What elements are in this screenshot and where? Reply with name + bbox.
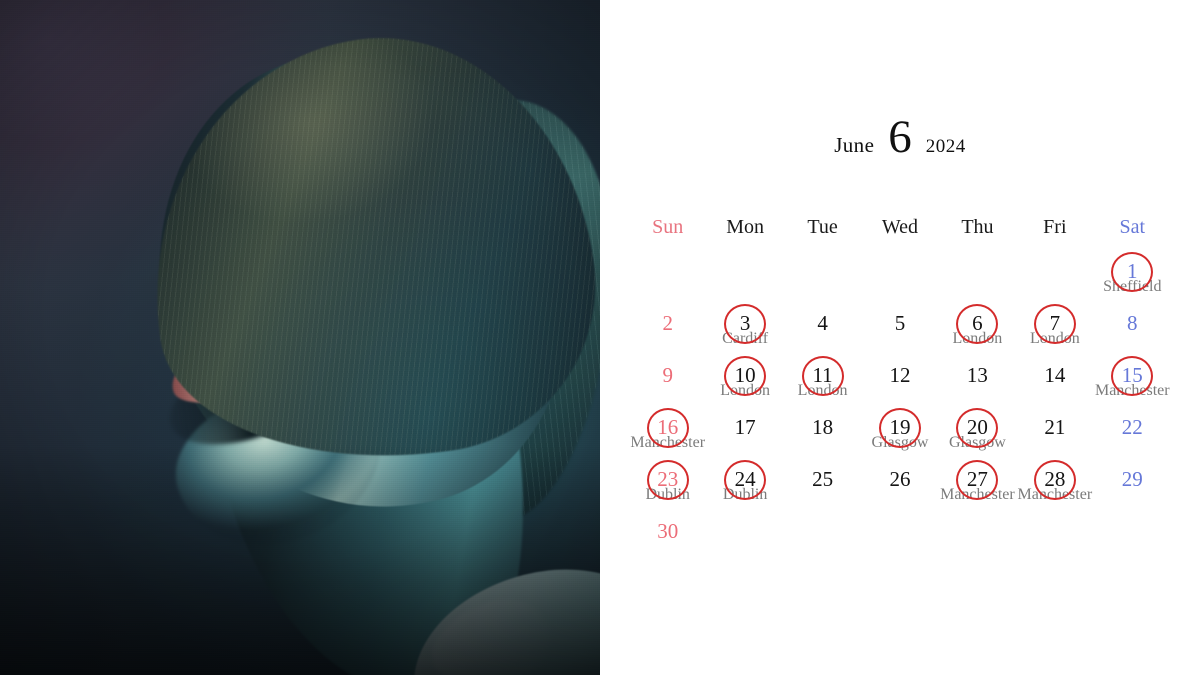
day-number: 23 <box>657 467 679 491</box>
day-number: 18 <box>812 415 834 439</box>
weekday-header-wed: Wed <box>881 216 919 238</box>
calendar-day-11[interactable]: London 11 <box>784 356 861 412</box>
day-number: 1 <box>1127 259 1138 283</box>
calendar-day-18[interactable]: 18 <box>784 412 861 464</box>
day-number: 10 <box>734 363 756 387</box>
calendar-week-row: 30 <box>629 516 1171 568</box>
day-number: 19 <box>889 415 911 439</box>
calendar-day-12[interactable]: 12 <box>861 360 938 412</box>
weekday-header-tue: Tue <box>807 216 838 238</box>
calendar-day-15[interactable]: Manchester 15 <box>1094 356 1171 412</box>
weekday-header-sat: Sat <box>1119 216 1146 238</box>
day-number: 14 <box>1044 363 1066 387</box>
day-number: 4 <box>817 311 828 335</box>
calendar-header: June 6 2024 <box>600 111 1200 163</box>
day-number: 6 <box>972 311 983 335</box>
calendar-day-2[interactable]: 2 <box>629 308 706 360</box>
calendar-day-29[interactable]: 29 <box>1094 464 1171 516</box>
calendar-day-28[interactable]: Manchester 28 <box>1016 460 1093 516</box>
calendar-grid: Sun Mon Tue Wed Thu Fri Sat Sheffield 1 2 Cardiff… <box>629 212 1171 568</box>
calendar-day-4[interactable]: 4 <box>784 308 861 360</box>
day-number: 24 <box>734 467 756 491</box>
calendar-day-16[interactable]: Manchester 16 <box>629 408 706 464</box>
calendar-day-3[interactable]: Cardiff 3 <box>706 304 783 360</box>
calendar-week-row: 2 Cardiff 3 4 5 London 6 London 7 8 <box>629 304 1171 360</box>
calendar-day-9[interactable]: 9 <box>629 360 706 412</box>
day-number: 26 <box>889 467 911 491</box>
calendar-day-25[interactable]: 25 <box>784 464 861 516</box>
calendar-day-5[interactable]: 5 <box>861 308 938 360</box>
month-name: June <box>834 133 875 157</box>
calendar-day-empty <box>784 256 861 308</box>
day-number: 7 <box>1049 311 1061 335</box>
day-number: 3 <box>739 311 751 335</box>
calendar-day-17[interactable]: 17 <box>706 412 783 464</box>
calendar-day-27[interactable]: Manchester 27 <box>939 460 1016 516</box>
year-label: 2024 <box>925 136 966 157</box>
day-number: 16 <box>657 415 679 439</box>
day-number: 12 <box>889 363 911 387</box>
calendar-day-20[interactable]: Glasgow 20 <box>939 408 1016 464</box>
calendar-week-row: Dublin 23 Dublin 24 25 26 Manchester 27 Manchest… <box>629 460 1171 516</box>
calendar-day-6[interactable]: London 6 <box>939 304 1016 360</box>
calendar-day-8[interactable]: 8 <box>1094 308 1171 360</box>
calendar-day-14[interactable]: 14 <box>1016 360 1093 412</box>
day-number: 20 <box>966 415 988 439</box>
day-number: 13 <box>966 363 988 387</box>
weekday-header-row: Sun Mon Tue Wed Thu Fri Sat <box>629 212 1171 242</box>
calendar-day-22[interactable]: 22 <box>1094 412 1171 464</box>
calendar-day-empty <box>939 256 1016 308</box>
calendar-day-21[interactable]: 21 <box>1016 412 1093 464</box>
calendar-day-1[interactable]: Sheffield 1 <box>1094 252 1171 308</box>
calendar-day-13[interactable]: 13 <box>939 360 1016 412</box>
calendar-day-24[interactable]: Dublin 24 <box>706 460 783 516</box>
month-number: 6 <box>888 111 912 163</box>
calendar-day-26[interactable]: 26 <box>861 464 938 516</box>
weekday-header-fri: Fri <box>1043 216 1067 238</box>
calendar-day-empty <box>784 516 861 568</box>
day-number: 21 <box>1044 415 1066 439</box>
weekday-header-sun: Sun <box>652 216 684 238</box>
day-number: 30 <box>657 519 679 543</box>
calendar-day-empty <box>1016 256 1093 308</box>
calendar-day-19[interactable]: Glasgow 19 <box>861 408 938 464</box>
day-number: 22 <box>1121 415 1143 439</box>
calendar-week-row: 9 London 10 London 11 12 13 14 Manchester 15 <box>629 356 1171 412</box>
day-number: 15 <box>1121 363 1143 387</box>
day-number: 27 <box>966 467 988 491</box>
calendar-day-empty <box>1016 516 1093 568</box>
calendar-day-7[interactable]: London 7 <box>1016 304 1093 360</box>
calendar-day-30[interactable]: 30 <box>629 516 706 568</box>
calendar-page: June 6 2024 Sun Mon Tue Wed Thu Fri Sat Sheffi… <box>0 0 1200 675</box>
day-number: 5 <box>894 311 906 335</box>
calendar-day-empty <box>861 256 938 308</box>
weekday-header-mon: Mon <box>726 216 765 238</box>
tour-photo <box>0 0 600 675</box>
calendar-week-row: Sheffield 1 <box>629 252 1171 308</box>
calendar-day-empty <box>706 516 783 568</box>
calendar-day-empty <box>1094 516 1171 568</box>
day-number: 17 <box>734 415 756 439</box>
calendar-day-empty <box>706 256 783 308</box>
photo-film-grain <box>0 0 600 675</box>
day-number: 29 <box>1121 467 1143 491</box>
calendar-day-empty <box>861 516 938 568</box>
calendar-day-empty <box>939 516 1016 568</box>
day-number: 8 <box>1127 311 1138 335</box>
calendar-panel: June 6 2024 Sun Mon Tue Wed Thu Fri Sat Sheffi… <box>600 0 1200 675</box>
weekday-header-thu: Thu <box>961 216 994 238</box>
calendar-weeks: Sheffield 1 2 Cardiff 3 4 5 London 6 London 7 8 9 Lon… <box>629 252 1171 568</box>
day-number: 11 <box>812 363 833 387</box>
day-number: 9 <box>662 363 673 387</box>
calendar-day-10[interactable]: London 10 <box>706 356 783 412</box>
calendar-week-row: Manchester 16 17 18 Glasgow 19 Glasgow 20 21 22 <box>629 408 1171 464</box>
day-number: 25 <box>812 467 834 491</box>
calendar-day-23[interactable]: Dublin 23 <box>629 460 706 516</box>
calendar-day-empty <box>629 256 706 308</box>
day-number: 2 <box>662 311 673 335</box>
day-number: 28 <box>1044 467 1066 491</box>
